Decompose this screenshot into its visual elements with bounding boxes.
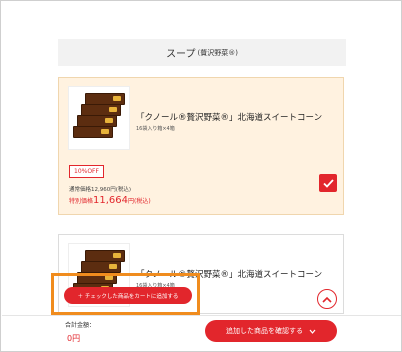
chevron-down-icon [309,329,316,334]
sale-price-suffix: 円(税込) [128,198,151,205]
regular-price: 通常価格12,960円(税込) [69,187,132,193]
sale-price-prefix: 特別価格 [69,198,94,205]
chevron-up-icon [322,296,332,303]
product-name[interactable]: 「クノール®贅沢野菜®」北海道スイートコーン [136,111,322,123]
bottom-bar [2,315,401,351]
product-card[interactable]: 「クノール®贅沢野菜®」北海道スイートコーン 16袋入り箱×4箱 10%OFF … [58,77,344,215]
scroll-top-button[interactable] [317,289,337,309]
section-subtitle: (贅沢野菜®) [197,48,238,57]
page-frame: スープ (贅沢野菜®) 「クノール®贅沢野菜®」北海道スイートコーン 16袋入り… [0,0,402,352]
product-pack: 16袋入り箱×4箱 [136,126,175,132]
section-header: スープ (贅沢野菜®) [58,39,346,66]
total-value: 0円 [67,334,81,343]
add-to-cart-button[interactable]: ＋ チェックした商品をカートに追加する [64,287,192,304]
confirm-items-button[interactable]: 追加した商品を確認する [205,320,337,342]
sale-price-value: 11,664 [93,195,129,206]
sale-price: 特別価格11,664円(税込) [69,195,151,206]
product-checkbox[interactable] [319,174,337,192]
total-label: 合計金額： [65,322,96,329]
section-title: スープ [166,49,196,60]
confirm-label: 追加した商品を確認する [226,327,303,335]
product-image [68,86,130,150]
discount-badge: 10%OFF [69,165,104,178]
product-box [73,126,113,138]
check-icon [322,178,334,188]
